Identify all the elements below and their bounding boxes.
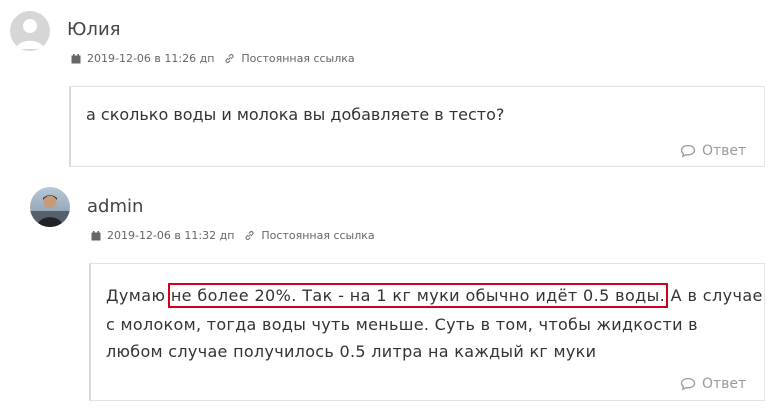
- reply-button[interactable]: Ответ: [680, 143, 746, 159]
- comment-text-line-3: любом случае получилось 0.5 литра на каж…: [106, 342, 597, 361]
- calendar-icon: [71, 53, 81, 64]
- link-icon: [224, 53, 235, 64]
- comment-author[interactable]: admin: [87, 196, 143, 217]
- avatar[interactable]: [10, 11, 50, 51]
- comment-text-line-2: с молоком, тогда воды чуть меньше. Суть …: [106, 315, 698, 334]
- text-segment: А в случае: [665, 286, 763, 305]
- comment-date[interactable]: 2019-12-06 в 11:26 дп: [87, 52, 214, 65]
- link-icon: [244, 230, 255, 241]
- highlighted-text: не более 20%. Так - на 1 кг муки обычно …: [167, 283, 669, 308]
- permalink[interactable]: Постоянная ссылка: [261, 229, 374, 242]
- comment-text: а сколько воды и молока вы добавляете в …: [86, 105, 505, 124]
- avatar[interactable]: [30, 187, 70, 227]
- reply-button[interactable]: Ответ: [680, 376, 746, 392]
- comment-date[interactable]: 2019-12-06 в 11:32 дп: [107, 229, 234, 242]
- reply-label: Ответ: [702, 376, 747, 392]
- speech-bubble-icon: [680, 144, 696, 158]
- speech-bubble-icon: [680, 377, 696, 391]
- calendar-icon: [91, 230, 101, 241]
- comment-text-line-1: Думаю не более 20%. Так - на 1 кг муки о…: [106, 283, 763, 308]
- permalink[interactable]: Постоянная ссылка: [241, 52, 354, 65]
- comment-body: [69, 86, 765, 167]
- reply-label: Ответ: [702, 143, 747, 159]
- text-segment: Думаю: [106, 286, 171, 305]
- comment-author[interactable]: Юлия: [67, 19, 120, 40]
